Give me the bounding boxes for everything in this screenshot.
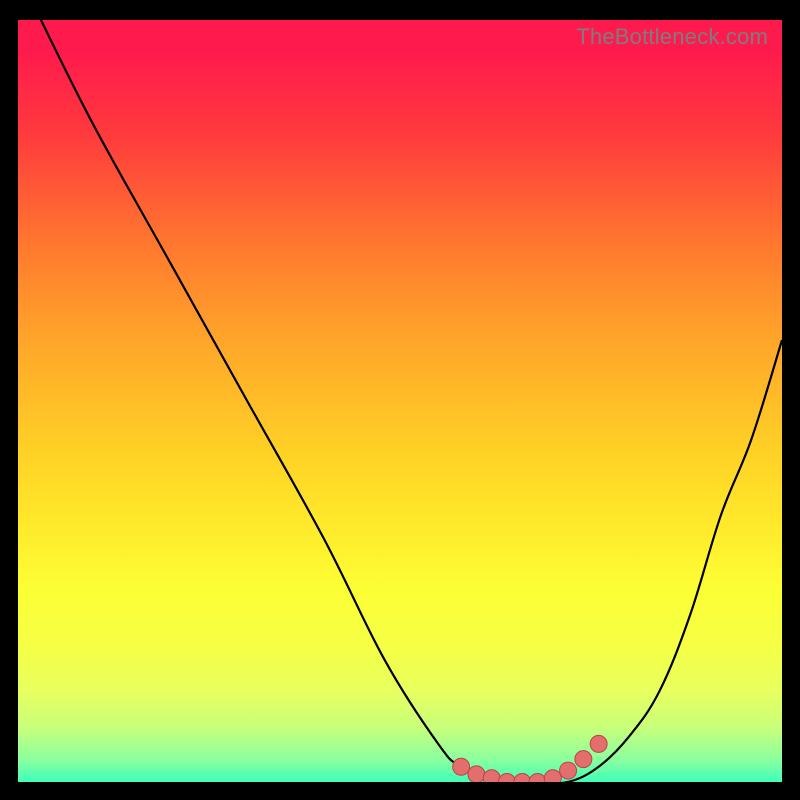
flat-region-3 <box>498 774 515 783</box>
plot-area: TheBottleneck.com <box>18 20 782 782</box>
flat-region-1 <box>468 766 485 782</box>
flat-region-right-end <box>590 735 607 752</box>
flat-region-7 <box>560 762 577 779</box>
flat-region-2 <box>483 770 500 782</box>
flat-region-left-end <box>453 758 470 775</box>
flat-region-4 <box>514 774 531 783</box>
bottleneck-curve <box>41 20 782 782</box>
flat-region-right-1 <box>575 751 592 768</box>
flat-region-5 <box>529 774 546 783</box>
bottleneck-chart-svg <box>18 20 782 782</box>
flat-region-6 <box>544 770 561 782</box>
chart-frame: TheBottleneck.com <box>0 0 800 800</box>
